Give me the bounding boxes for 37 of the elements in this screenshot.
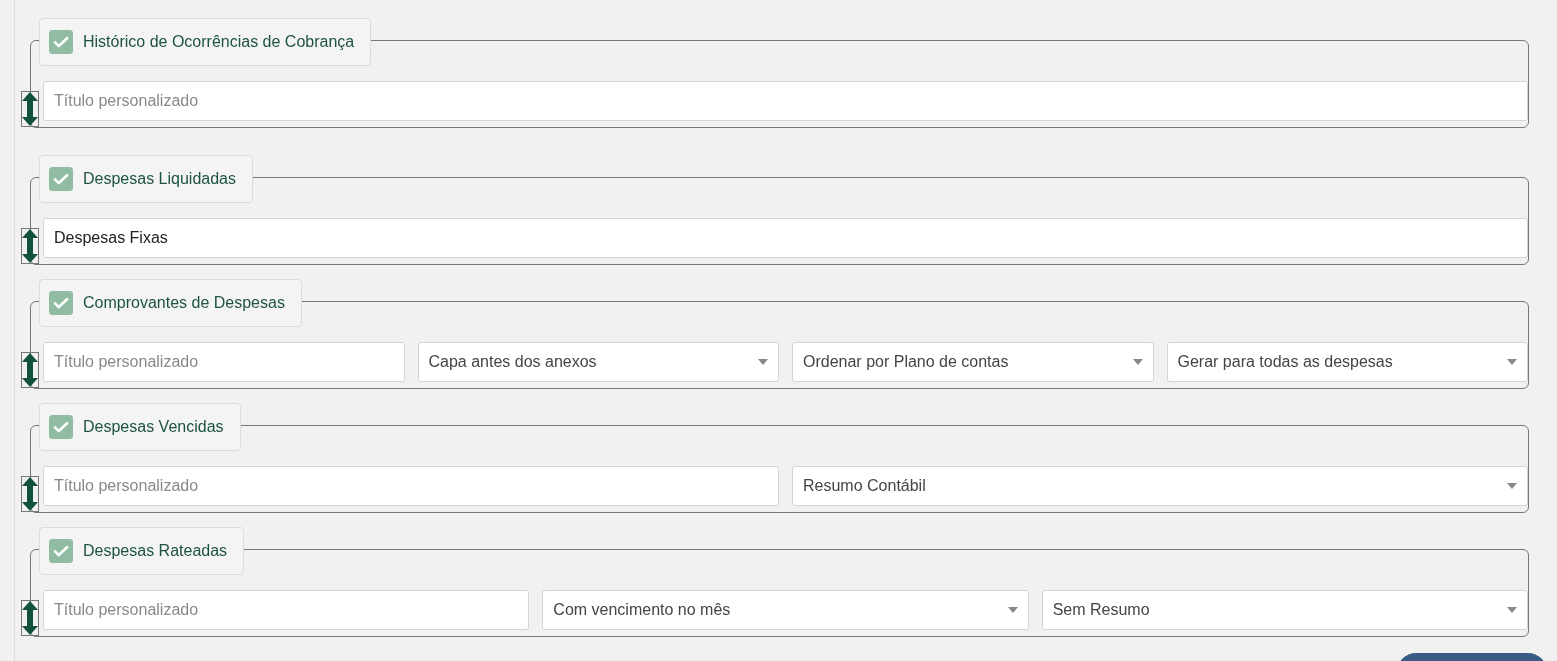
title-input[interactable]: Título personalizado <box>43 342 405 382</box>
section-title: Despesas Liquidadas <box>83 170 236 188</box>
dropdown[interactable]: Com vencimento no mês <box>542 590 1029 630</box>
vertical-resize-icon[interactable] <box>21 352 39 388</box>
section-toggle[interactable]: Histórico de Ocorrências de Cobrança <box>39 18 372 66</box>
checkbox[interactable] <box>49 291 73 315</box>
caret-icon <box>758 359 768 365</box>
section-toggle[interactable]: Comprovantes de Despesas <box>39 279 302 327</box>
dropdown[interactable]: Capa antes dos anexos <box>417 342 779 382</box>
caret-icon <box>1132 359 1143 365</box>
checkbox[interactable] <box>49 167 73 191</box>
vertical-resize-icon[interactable] <box>21 228 39 264</box>
vertical-resize-icon[interactable] <box>21 476 39 512</box>
section-title: Despesas Rateadas <box>83 542 228 560</box>
checkbox[interactable] <box>49 539 73 563</box>
section-toggle[interactable]: Despesas Liquidadas <box>39 155 253 203</box>
section-toggle[interactable]: Despesas Vencidas <box>39 403 241 451</box>
caret-icon <box>1007 607 1018 613</box>
checkbox[interactable] <box>49 30 73 54</box>
dropdown[interactable]: Gerar para todas as despesas <box>1166 342 1528 382</box>
vertical-resize-icon[interactable] <box>21 91 39 127</box>
caret-icon <box>1507 483 1517 489</box>
checkbox[interactable] <box>49 415 73 439</box>
vertical-resize-icon[interactable] <box>21 600 39 636</box>
caret-icon <box>1507 359 1517 365</box>
title-input[interactable]: Título personalizado <box>43 81 1528 121</box>
title-input[interactable]: Despesas Fixas <box>43 218 1528 258</box>
dropdown[interactable]: Ordenar por Plano de contas <box>792 342 1154 382</box>
title-input[interactable]: Título personalizado <box>43 590 530 630</box>
section-title: Histórico de Ocorrências de Cobrança <box>83 33 355 51</box>
section-toggle[interactable]: Despesas Rateadas <box>39 527 245 575</box>
title-input[interactable]: Título personalizado <box>43 466 779 506</box>
section-title: Comprovantes de Despesas <box>83 294 285 312</box>
caret-icon <box>1507 607 1517 613</box>
section-title: Despesas Vencidas <box>83 418 224 436</box>
dropdown[interactable]: Sem Resumo <box>1041 590 1528 630</box>
dropdown[interactable]: Resumo Contábil <box>792 466 1528 506</box>
